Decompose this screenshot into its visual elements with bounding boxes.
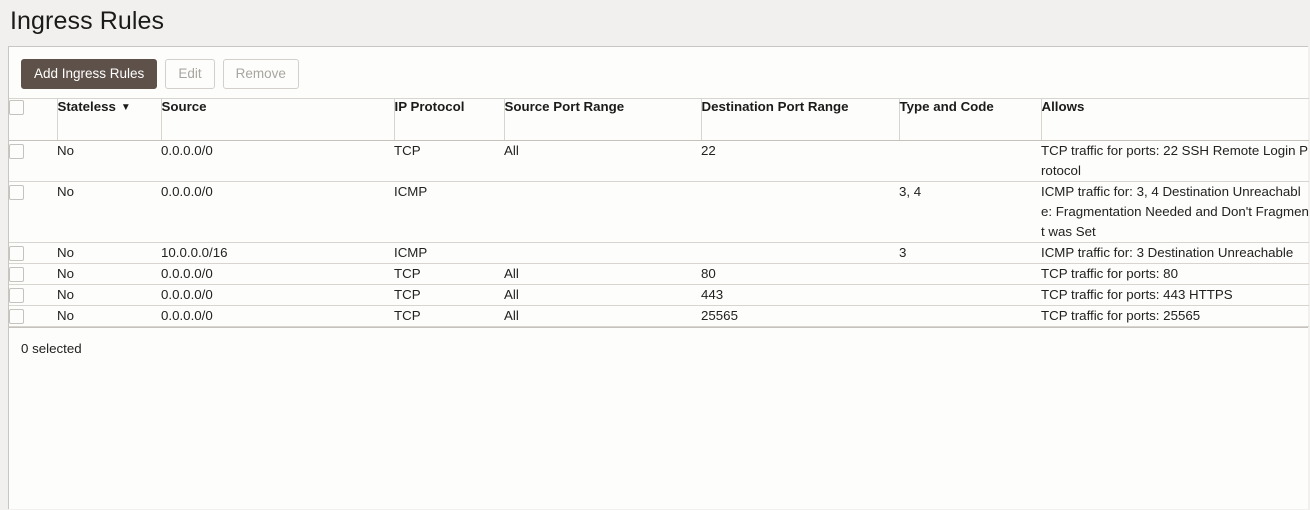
cell-ip-protocol: TCP [394,285,504,306]
cell-type-and-code [899,285,1041,306]
cell-destination-port-range: 80 [701,264,899,285]
cell-ip-protocol: ICMP [394,182,504,243]
selection-status: 0 selected [21,341,82,356]
column-header-destination-port-range[interactable]: Destination Port Range [701,99,899,141]
row-checkbox[interactable] [9,185,24,200]
table-row[interactable]: No 0.0.0.0/0 ICMP 3, 4 ICMP traffic for:… [9,182,1309,243]
cell-type-and-code [899,141,1041,182]
rules-panel: Add Ingress Rules Edit Remove Stateless ▼… [8,46,1308,509]
table-row[interactable]: No 10.0.0.0/16 ICMP 3 ICMP traffic for: … [9,243,1309,264]
cell-destination-port-range: 443 [701,285,899,306]
select-all-header [9,99,57,141]
table-body: No 0.0.0.0/0 TCP All 22 TCP traffic for … [9,141,1309,327]
page-title: Ingress Rules [0,0,1310,36]
cell-stateless: No [57,182,161,243]
row-checkbox[interactable] [9,246,24,261]
row-select-cell [9,141,57,182]
cell-source-port-range: All [504,285,701,306]
cell-type-and-code [899,264,1041,285]
cell-allows: TCP traffic for ports: 443 HTTPS [1041,285,1309,306]
cell-ip-protocol: ICMP [394,243,504,264]
edit-button[interactable]: Edit [165,59,214,89]
cell-source: 0.0.0.0/0 [161,182,394,243]
chevron-down-icon: ▼ [121,103,131,113]
row-select-cell [9,182,57,243]
cell-source: 10.0.0.0/16 [161,243,394,264]
cell-destination-port-range: 22 [701,141,899,182]
cell-stateless: No [57,141,161,182]
table-row[interactable]: No 0.0.0.0/0 TCP All 443 TCP traffic for… [9,285,1309,306]
row-select-cell [9,264,57,285]
row-checkbox[interactable] [9,288,24,303]
ingress-rules-table: Stateless ▼ Source IP Protocol Source Por… [9,98,1309,327]
row-select-cell [9,243,57,264]
table-row[interactable]: No 0.0.0.0/0 TCP All 25565 TCP traffic f… [9,306,1309,327]
cell-ip-protocol: TCP [394,306,504,327]
select-all-checkbox[interactable] [9,100,24,115]
column-header-source-port-range[interactable]: Source Port Range [504,99,701,141]
column-header-source[interactable]: Source [161,99,394,141]
row-select-cell [9,285,57,306]
cell-stateless: No [57,306,161,327]
cell-source-port-range [504,243,701,264]
cell-source: 0.0.0.0/0 [161,306,394,327]
cell-destination-port-range [701,243,899,264]
cell-type-and-code: 3, 4 [899,182,1041,243]
cell-stateless: No [57,285,161,306]
cell-type-and-code [899,306,1041,327]
column-header-stateless-label: Stateless [58,99,116,114]
cell-source: 0.0.0.0/0 [161,285,394,306]
remove-button[interactable]: Remove [223,59,299,89]
cell-ip-protocol: TCP [394,264,504,285]
cell-stateless: No [57,264,161,285]
cell-type-and-code: 3 [899,243,1041,264]
add-ingress-rules-button[interactable]: Add Ingress Rules [21,59,157,89]
cell-allows: TCP traffic for ports: 80 [1041,264,1309,285]
table-footer: 0 selected [9,327,1308,369]
cell-allows: ICMP traffic for: 3 Destination Unreacha… [1041,243,1309,264]
cell-ip-protocol: TCP [394,141,504,182]
cell-source-port-range: All [504,141,701,182]
cell-destination-port-range [701,182,899,243]
row-select-cell [9,306,57,327]
cell-source-port-range: All [504,264,701,285]
column-header-stateless[interactable]: Stateless ▼ [57,99,161,141]
row-checkbox[interactable] [9,144,24,159]
cell-stateless: No [57,243,161,264]
cell-allows: TCP traffic for ports: 25565 [1041,306,1309,327]
cell-allows: ICMP traffic for: 3, 4 Destination Unrea… [1041,182,1309,243]
table-toolbar: Add Ingress Rules Edit Remove [9,47,1308,98]
column-header-ip-protocol[interactable]: IP Protocol [394,99,504,141]
cell-source-port-range [504,182,701,243]
column-header-type-and-code[interactable]: Type and Code [899,99,1041,141]
table-header: Stateless ▼ Source IP Protocol Source Por… [9,99,1309,141]
row-checkbox[interactable] [9,309,24,324]
table-header-row: Stateless ▼ Source IP Protocol Source Por… [9,99,1309,141]
row-checkbox[interactable] [9,267,24,282]
cell-destination-port-range: 25565 [701,306,899,327]
cell-source-port-range: All [504,306,701,327]
column-header-allows[interactable]: Allows [1041,99,1309,141]
cell-allows: TCP traffic for ports: 22 SSH Remote Log… [1041,141,1309,182]
cell-source: 0.0.0.0/0 [161,141,394,182]
table-row[interactable]: No 0.0.0.0/0 TCP All 80 TCP traffic for … [9,264,1309,285]
table-row[interactable]: No 0.0.0.0/0 TCP All 22 TCP traffic for … [9,141,1309,182]
cell-source: 0.0.0.0/0 [161,264,394,285]
